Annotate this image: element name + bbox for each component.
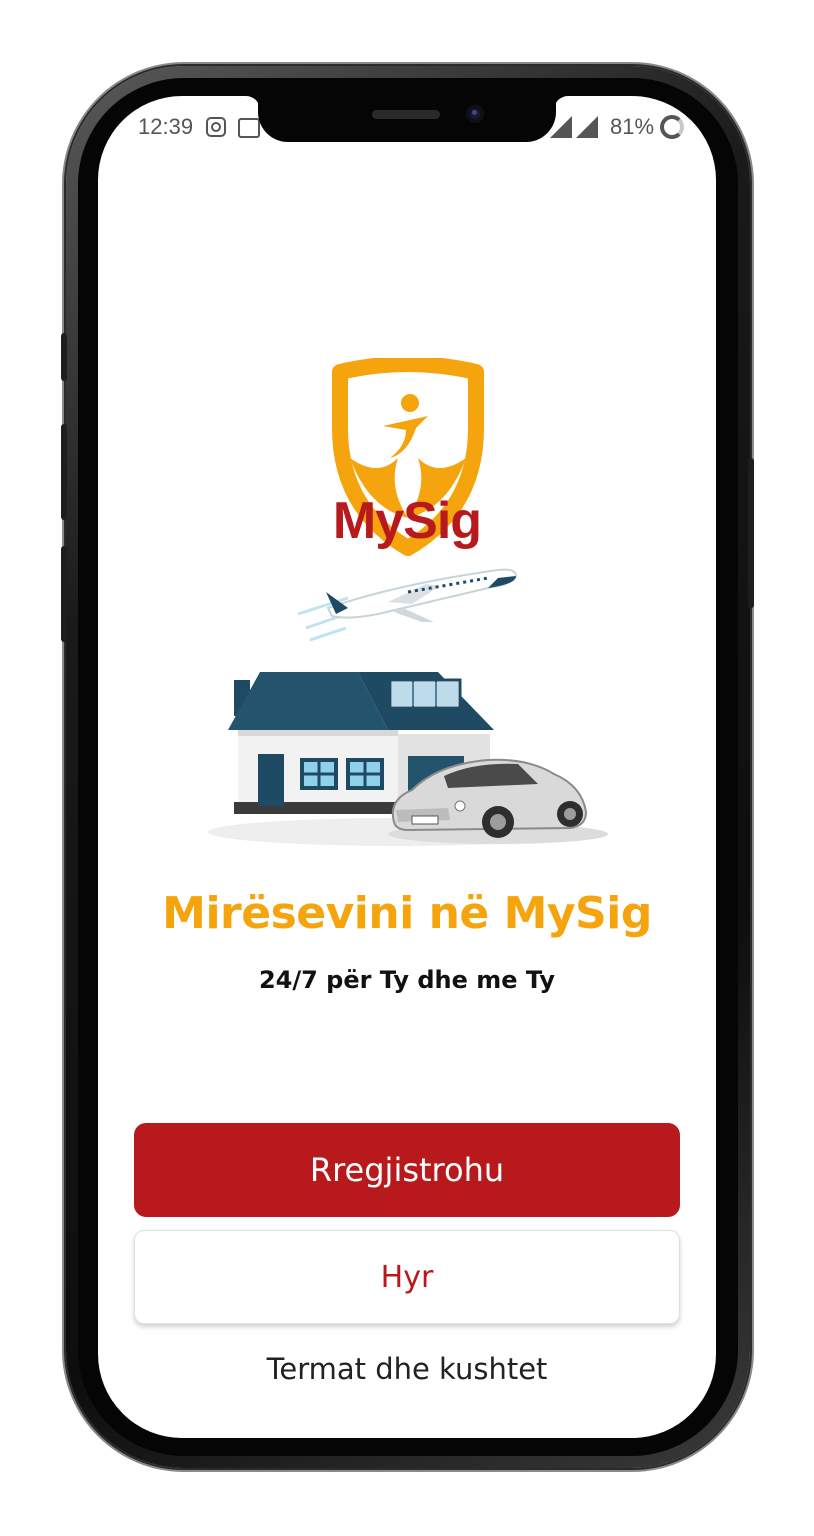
- instagram-icon: [206, 117, 226, 137]
- welcome-title: Mirësevini në MySig: [162, 888, 652, 939]
- power-button: [748, 458, 754, 608]
- image-notification-icon: [238, 118, 260, 138]
- signal-icon: [576, 116, 598, 138]
- speaker-grille: [372, 110, 440, 119]
- brand-logo-text: MySig: [332, 492, 482, 550]
- notch: [258, 96, 556, 142]
- silent-switch: [61, 333, 67, 381]
- front-camera: [466, 105, 484, 123]
- battery-percentage: 81%: [610, 114, 655, 139]
- volume-down-button: [61, 546, 67, 642]
- notch-corner: [554, 96, 570, 112]
- welcome-subtitle: 24/7 për Ty dhe me Ty: [258, 966, 556, 994]
- app-screen: 12:39 81% MySig Mirësevini në MySig 24/7…: [98, 96, 716, 1438]
- airplane-icon: [297, 568, 518, 642]
- terms-link[interactable]: Termat dhe kushtet: [98, 1352, 716, 1386]
- battery-saver-icon: [660, 115, 684, 139]
- volume-up-button: [61, 424, 67, 520]
- register-button[interactable]: Rregjistrohu: [134, 1123, 680, 1217]
- login-button[interactable]: Hyr: [134, 1230, 680, 1324]
- house-car-plane-illustration: [208, 568, 608, 846]
- status-time: 12:39: [138, 114, 194, 139]
